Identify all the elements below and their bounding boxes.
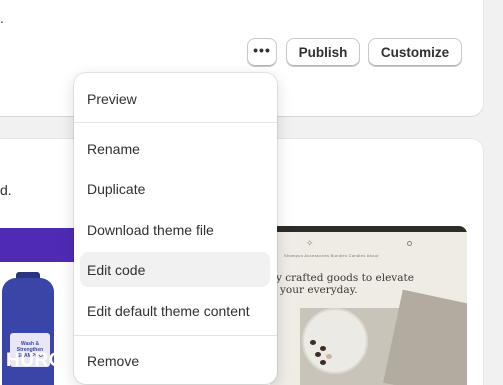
menu-item-duplicate[interactable]: Duplicate [80, 171, 270, 206]
hero-image [300, 289, 467, 385]
announcement-bar [270, 226, 467, 232]
menu-item-preview[interactable]: Preview [80, 81, 270, 116]
menu-item-download-theme-file[interactable]: Download theme file [80, 212, 270, 247]
brand-logo-text: HURON. [6, 350, 84, 371]
hero-heading: y crafted goods to elevate your everyday… [276, 272, 414, 297]
theme-preview-desktop[interactable]: ✧ Shampoo Accessories Bundles Candles Ab… [270, 226, 467, 385]
cloth-image [383, 289, 467, 385]
menu-item-rename[interactable]: Rename [80, 131, 270, 166]
menu-divider [74, 335, 277, 336]
bean-image [320, 360, 326, 365]
customize-button[interactable]: Customize [368, 38, 462, 67]
account-icon [407, 241, 412, 246]
menu-divider [74, 122, 277, 123]
more-actions-button[interactable]: ••• [247, 38, 277, 67]
menu-item-remove[interactable]: Remove [80, 343, 270, 378]
truncated-description: d. [0, 182, 12, 198]
store-nav: Shampoo Accessories Bundles Candles Abou… [284, 253, 379, 258]
store-logo-icon: ✧ [306, 238, 314, 248]
truncated-text: . [0, 10, 4, 26]
menu-item-edit-code[interactable]: Edit code [80, 252, 270, 287]
ellipsis-icon: ••• [253, 42, 271, 58]
theme-actions-menu: Preview Rename Duplicate Download theme … [74, 73, 277, 384]
bean-image [310, 340, 316, 345]
publish-button[interactable]: Publish [286, 38, 360, 67]
bean-image [320, 346, 326, 351]
bean-image [315, 352, 321, 357]
menu-item-edit-default-theme-content[interactable]: Edit default theme content [80, 293, 270, 328]
bean-image [326, 354, 332, 359]
